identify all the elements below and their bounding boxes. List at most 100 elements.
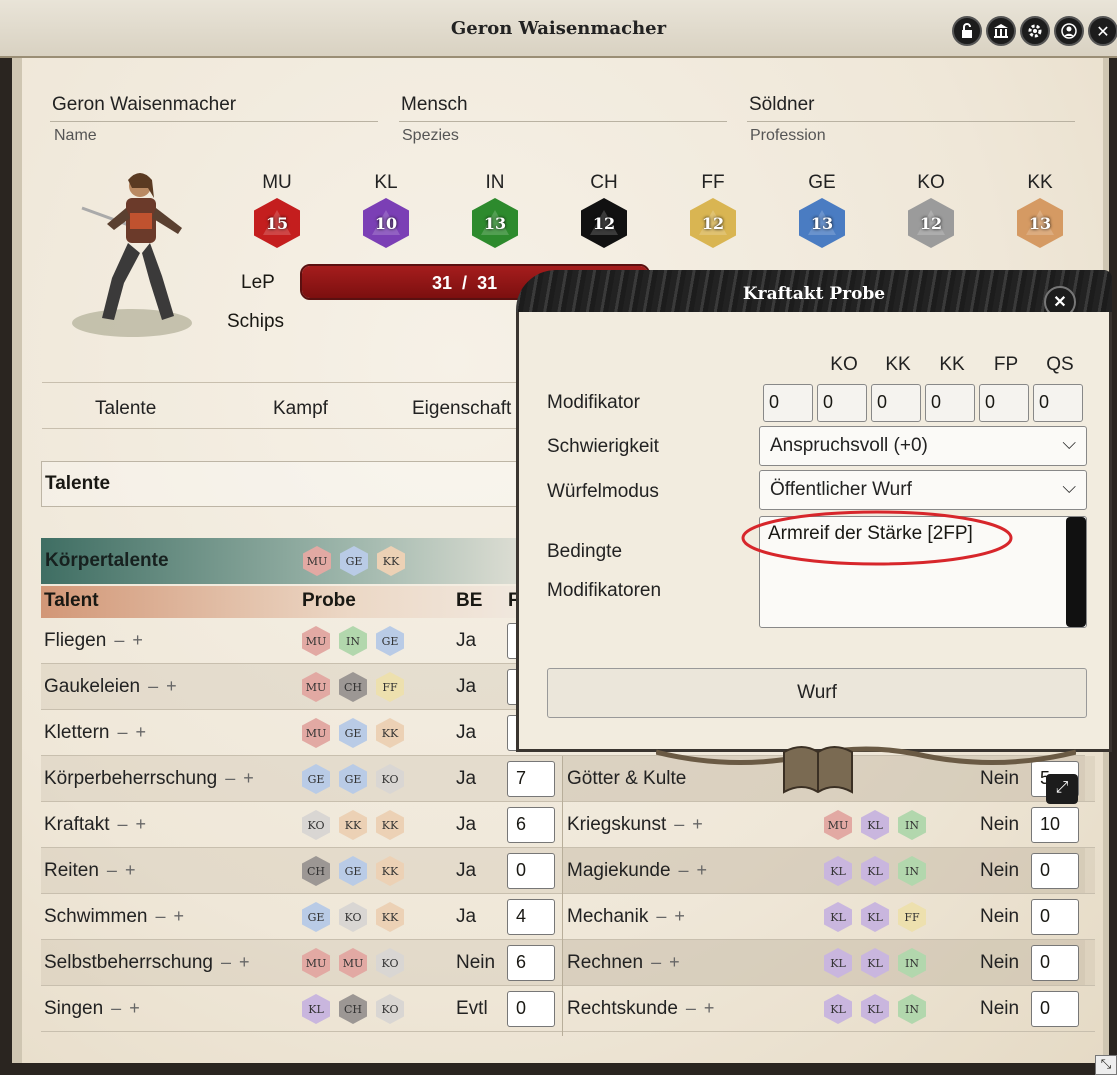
wuerfelmodus-select[interactable]: Öffentlicher Wurf ⌵: [759, 470, 1087, 510]
fw-input[interactable]: 0: [1031, 991, 1079, 1027]
bedingte-label: Bedingte: [547, 541, 623, 562]
fw-input[interactable]: 0: [507, 991, 555, 1027]
increment-button[interactable]: +: [174, 906, 185, 926]
decrement-button[interactable]: –: [221, 952, 231, 972]
increment-button[interactable]: +: [125, 860, 136, 880]
increment-button[interactable]: +: [239, 952, 250, 972]
dialog-body: KO KK KK FP QS Modifikator 0 0 0 0 0 0 S…: [516, 312, 1112, 752]
talent-name[interactable]: Gaukeleien: [44, 676, 140, 697]
decrement-button[interactable]: –: [225, 768, 235, 788]
gear-icon[interactable]: [1020, 16, 1050, 46]
decrement-button[interactable]: –: [686, 998, 696, 1018]
decrement-button[interactable]: –: [674, 814, 684, 834]
talent-name[interactable]: Rechtskunde: [567, 998, 678, 1019]
decrement-button[interactable]: –: [155, 906, 165, 926]
decrement-button[interactable]: –: [117, 722, 127, 742]
ko-modifier-input[interactable]: 0: [817, 384, 867, 422]
attribute-ge[interactable]: GE 13: [792, 172, 852, 248]
talent-name[interactable]: Rechnen: [567, 952, 643, 973]
decrement-button[interactable]: –: [679, 860, 689, 880]
increment-button[interactable]: +: [132, 630, 143, 650]
increment-button[interactable]: +: [166, 676, 177, 696]
talent-name[interactable]: Singen: [44, 998, 103, 1019]
talent-cell: Selbstbeherrschung – +: [44, 952, 250, 974]
kk-modifier-input-2[interactable]: 0: [925, 384, 975, 422]
talent-name[interactable]: Magiekunde: [567, 860, 671, 881]
dialog-header[interactable]: Kraftakt Probe: [516, 270, 1112, 318]
chevron-down-icon: ⌵: [1062, 433, 1076, 453]
be-value: Nein: [980, 860, 1020, 881]
lock-icon[interactable]: [952, 16, 982, 46]
kk-modifier-input[interactable]: 0: [871, 384, 921, 422]
attribute-kk[interactable]: KK 13: [1010, 172, 1070, 248]
fw-input[interactable]: 4: [507, 899, 555, 935]
tab-eigenschaften[interactable]: Eigenschaft: [412, 398, 511, 420]
decrement-button[interactable]: –: [117, 814, 127, 834]
attribute-ch[interactable]: CH 12: [574, 172, 634, 248]
probe-die: GE: [340, 546, 368, 576]
probe-die: IN: [898, 856, 926, 886]
increment-button[interactable]: +: [669, 952, 680, 972]
talent-name[interactable]: Kraftakt: [44, 814, 109, 835]
decrement-button[interactable]: –: [114, 630, 124, 650]
talent-name[interactable]: Kriegskunst: [567, 814, 666, 835]
attribute-mu[interactable]: MU 15: [247, 172, 307, 248]
probe-die: GE: [302, 764, 330, 794]
attribute-ko[interactable]: KO 12: [901, 172, 961, 248]
probe-cell: MU KL IN: [824, 810, 935, 840]
increment-button[interactable]: +: [136, 814, 147, 834]
fw-input[interactable]: 0: [507, 853, 555, 889]
talent-name[interactable]: Mechanik: [567, 906, 648, 927]
increment-button[interactable]: +: [136, 722, 147, 742]
talent-name[interactable]: Schwimmen: [44, 906, 147, 927]
species-value[interactable]: Mensch: [401, 94, 468, 116]
fw-input[interactable]: 0: [1031, 945, 1079, 981]
character-portrait[interactable]: [62, 158, 197, 343]
increment-button[interactable]: +: [704, 998, 715, 1018]
attribute-ff[interactable]: FF 12: [683, 172, 743, 248]
fw-input[interactable]: 6: [507, 807, 555, 843]
talent-name[interactable]: Klettern: [44, 722, 109, 743]
increment-button[interactable]: +: [692, 814, 703, 834]
modifikator-input[interactable]: 0: [763, 384, 813, 422]
talent-name[interactable]: Selbstbeherrschung: [44, 952, 213, 973]
resize-handle-icon[interactable]: ⤡: [1095, 1055, 1117, 1075]
be-value: Ja: [456, 906, 477, 927]
increment-button[interactable]: +: [697, 860, 708, 880]
wurf-button[interactable]: Wurf: [547, 668, 1087, 718]
profession-value[interactable]: Söldner: [749, 94, 815, 116]
expand-icon[interactable]: ⤢: [1046, 774, 1078, 804]
attribute-in[interactable]: IN 13: [465, 172, 525, 248]
close-icon[interactable]: ✕: [1088, 16, 1117, 46]
fp-modifier-input[interactable]: 0: [979, 384, 1029, 422]
table-row: Rechtskunde – + KL KL IN Nein 0: [563, 986, 1095, 1032]
schwierigkeit-select[interactable]: Anspruchsvoll (+0) ⌵: [759, 426, 1087, 466]
probe-cell: CH GE KK: [302, 856, 413, 886]
tab-talente[interactable]: Talente: [95, 398, 156, 420]
talent-name[interactable]: Fliegen: [44, 630, 106, 651]
tab-kampf[interactable]: Kampf: [273, 398, 328, 420]
talent-name[interactable]: Reiten: [44, 860, 99, 881]
decrement-button[interactable]: –: [656, 906, 666, 926]
decrement-button[interactable]: –: [148, 676, 158, 696]
scrollbar[interactable]: [1066, 517, 1086, 627]
probe-die: IN: [898, 810, 926, 840]
qs-modifier-input[interactable]: 0: [1033, 384, 1083, 422]
fw-input[interactable]: 6: [507, 945, 555, 981]
name-value[interactable]: Geron Waisenmacher: [52, 94, 236, 116]
talent-name[interactable]: Körperbeherrschung: [44, 768, 217, 789]
fw-input[interactable]: 0: [1031, 853, 1079, 889]
increment-button[interactable]: +: [243, 768, 254, 788]
fw-input[interactable]: 0: [1031, 899, 1079, 935]
lep-readout: 31 / 31: [432, 273, 497, 294]
decrement-button[interactable]: –: [651, 952, 661, 972]
decrement-button[interactable]: –: [111, 998, 121, 1018]
fw-input[interactable]: 10: [1031, 807, 1079, 843]
user-icon[interactable]: [1054, 16, 1084, 46]
decrement-button[interactable]: –: [107, 860, 117, 880]
lep-current: 31: [432, 273, 453, 293]
increment-button[interactable]: +: [129, 998, 140, 1018]
library-icon[interactable]: [986, 16, 1016, 46]
increment-button[interactable]: +: [674, 906, 685, 926]
attribute-kl[interactable]: KL 10: [356, 172, 416, 248]
